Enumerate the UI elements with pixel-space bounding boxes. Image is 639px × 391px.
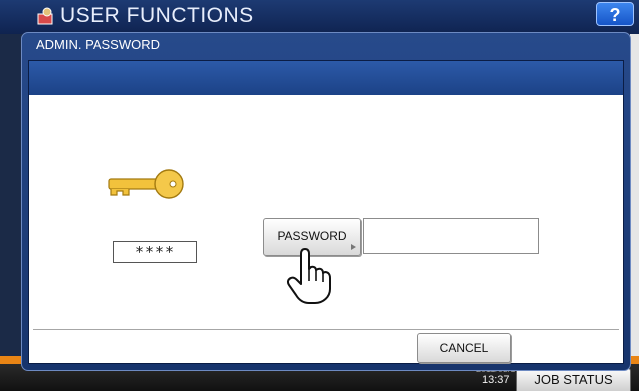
- admin-password-dialog: ADMIN. PASSWORD **** PASSWORD CANCEL: [21, 32, 631, 371]
- app-title: USER FUNCTIONS: [60, 4, 254, 27]
- divider: [33, 329, 619, 330]
- arrow-right-icon: [351, 244, 356, 250]
- help-button[interactable]: ?: [596, 2, 634, 26]
- screen: USER FUNCTIONS ? 2011/03/10 13:37 JOB ST…: [0, 0, 639, 391]
- password-button-label: PASSWORD: [277, 229, 347, 243]
- job-status-button[interactable]: JOB STATUS: [516, 368, 631, 391]
- background-panel: [630, 34, 639, 364]
- cancel-button[interactable]: CANCEL: [417, 333, 511, 363]
- password-input[interactable]: [363, 218, 539, 254]
- password-placeholder-stars: ****: [113, 241, 197, 263]
- dialog-header-band: [29, 61, 623, 95]
- clock-time: 13:37: [482, 374, 510, 386]
- key-icon: [108, 169, 184, 199]
- user-functions-icon: [37, 7, 53, 25]
- pointing-hand-icon: [286, 248, 331, 304]
- app-header: USER FUNCTIONS ?: [0, 0, 639, 34]
- dialog-body: **** PASSWORD CANCEL: [28, 60, 624, 364]
- dialog-title: ADMIN. PASSWORD: [36, 37, 160, 52]
